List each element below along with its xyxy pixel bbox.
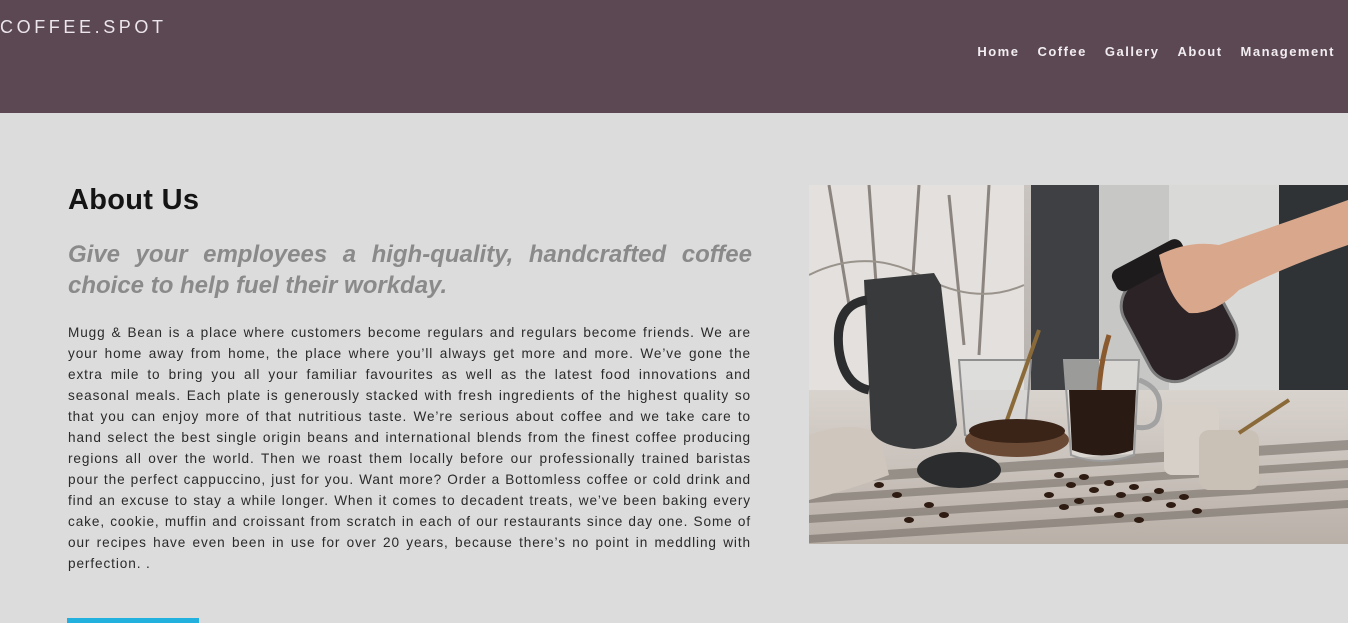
nav-gallery[interactable]: Gallery bbox=[1105, 44, 1160, 59]
site-header: COFFEE.SPOT Home Coffee Gallery About Ma… bbox=[0, 0, 1348, 113]
site-logo[interactable]: COFFEE.SPOT bbox=[0, 17, 167, 38]
coffee-pouring-photo bbox=[809, 185, 1348, 544]
nav-management[interactable]: Management bbox=[1241, 44, 1335, 59]
nav-coffee[interactable]: Coffee bbox=[1037, 44, 1086, 59]
about-tagline: Give your employees a high-quality, hand… bbox=[68, 241, 752, 299]
nav-about[interactable]: About bbox=[1177, 44, 1222, 59]
about-body: Mugg & Bean is a place where customers b… bbox=[68, 325, 751, 571]
about-title: About Us bbox=[68, 184, 200, 216]
main-nav: Home Coffee Gallery About Management bbox=[959, 44, 1335, 59]
nav-home[interactable]: Home bbox=[977, 44, 1019, 59]
read-more-button[interactable] bbox=[67, 618, 199, 623]
